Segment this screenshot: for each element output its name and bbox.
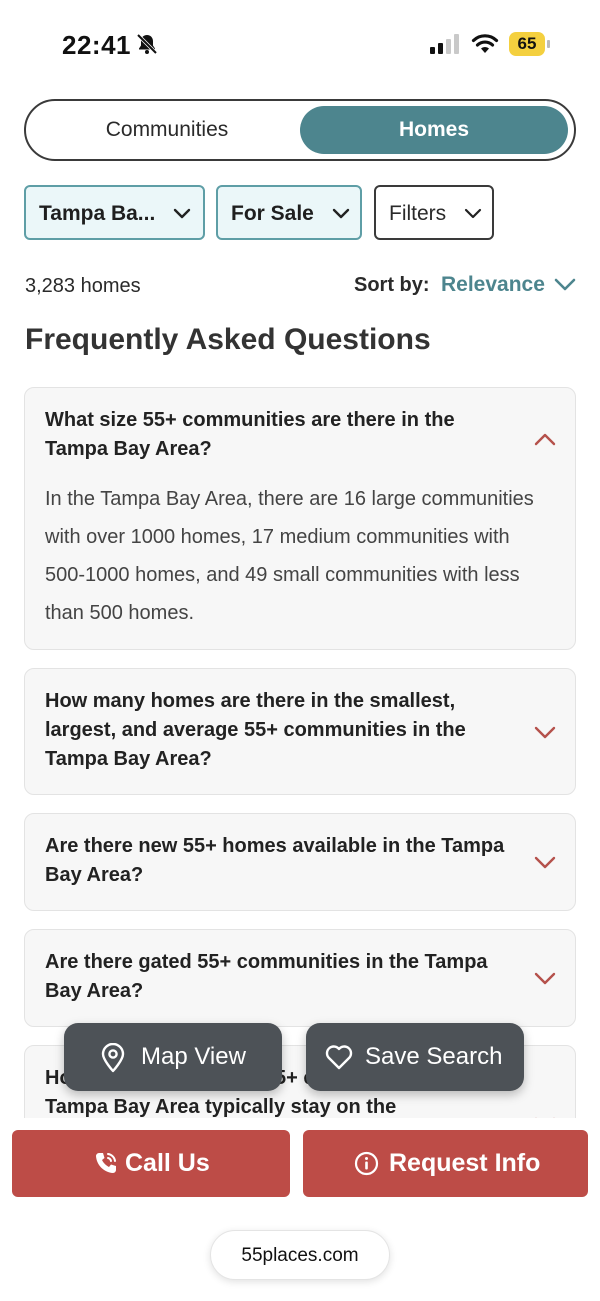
faq-item[interactable]: What size 55+ communities are there in t… <box>24 387 576 650</box>
chevron-down-icon <box>173 208 191 219</box>
chevron-down-icon[interactable] <box>533 855 557 871</box>
status-time: 22:41 <box>62 30 131 60</box>
toggle-homes[interactable]: Homes <box>300 106 568 154</box>
map-view-label: Map View <box>141 1043 246 1070</box>
phone-icon <box>96 1153 116 1173</box>
bell-slash-icon <box>136 33 158 55</box>
sort-dropdown[interactable]: Relevance <box>441 273 545 297</box>
faq-item[interactable]: Are there new 55+ homes available in the… <box>24 813 576 911</box>
chevron-up-icon[interactable] <box>533 431 557 447</box>
filters-dropdown[interactable]: Filters <box>374 185 494 240</box>
info-circle-icon <box>354 1151 379 1176</box>
listing-type-label: For Sale <box>231 202 314 225</box>
faq-question[interactable]: Are there new 55+ homes available in the… <box>45 832 505 890</box>
chevron-down-icon <box>464 208 482 219</box>
location-dropdown[interactable]: Tampa Ba... <box>24 185 205 240</box>
faq-heading: Frequently Asked Questions <box>25 323 431 356</box>
faq-question[interactable]: What size 55+ communities are there in t… <box>45 406 505 464</box>
call-us-label: Call Us <box>125 1149 210 1177</box>
request-info-button[interactable]: Request Info <box>303 1130 588 1197</box>
save-search-label: Save Search <box>365 1043 503 1070</box>
cellular-signal-icon <box>430 34 459 54</box>
browser-url-bar[interactable]: 55places.com <box>210 1230 390 1280</box>
status-bar: 22:41 65 <box>0 0 600 90</box>
toggle-communities[interactable]: Communities <box>32 106 302 154</box>
faq-answer: In the Tampa Bay Area, there are 16 larg… <box>45 488 534 624</box>
results-count: 3,283 homes <box>25 275 141 297</box>
call-us-button[interactable]: Call Us <box>12 1130 290 1197</box>
faq-item[interactable]: How many homes are there in the smallest… <box>24 668 576 795</box>
heart-icon <box>325 1045 353 1070</box>
save-search-button[interactable]: Save Search <box>306 1023 524 1091</box>
faq-item[interactable]: Are there gated 55+ communities in the T… <box>24 929 576 1027</box>
chevron-down-icon <box>332 208 350 219</box>
chevron-down-icon[interactable] <box>554 276 576 294</box>
map-pin-icon <box>101 1043 125 1073</box>
view-toggle: Communities Homes <box>24 99 576 161</box>
request-info-label: Request Info <box>389 1149 541 1177</box>
map-view-button[interactable]: Map View <box>64 1023 282 1091</box>
faq-question[interactable]: Are there gated 55+ communities in the T… <box>45 948 505 1006</box>
chevron-down-icon[interactable] <box>533 971 557 987</box>
battery-level: 65 <box>517 34 537 53</box>
faq-question[interactable]: How many homes are there in the smallest… <box>45 687 505 774</box>
wifi-icon <box>471 34 499 53</box>
sort-label: Sort by: <box>354 274 430 296</box>
filters-label: Filters <box>389 202 447 225</box>
location-dropdown-label: Tampa Ba... <box>39 202 156 225</box>
battery-icon: 65 <box>509 32 551 56</box>
chevron-down-icon[interactable] <box>533 725 557 741</box>
listing-type-dropdown[interactable]: For Sale <box>216 185 362 240</box>
